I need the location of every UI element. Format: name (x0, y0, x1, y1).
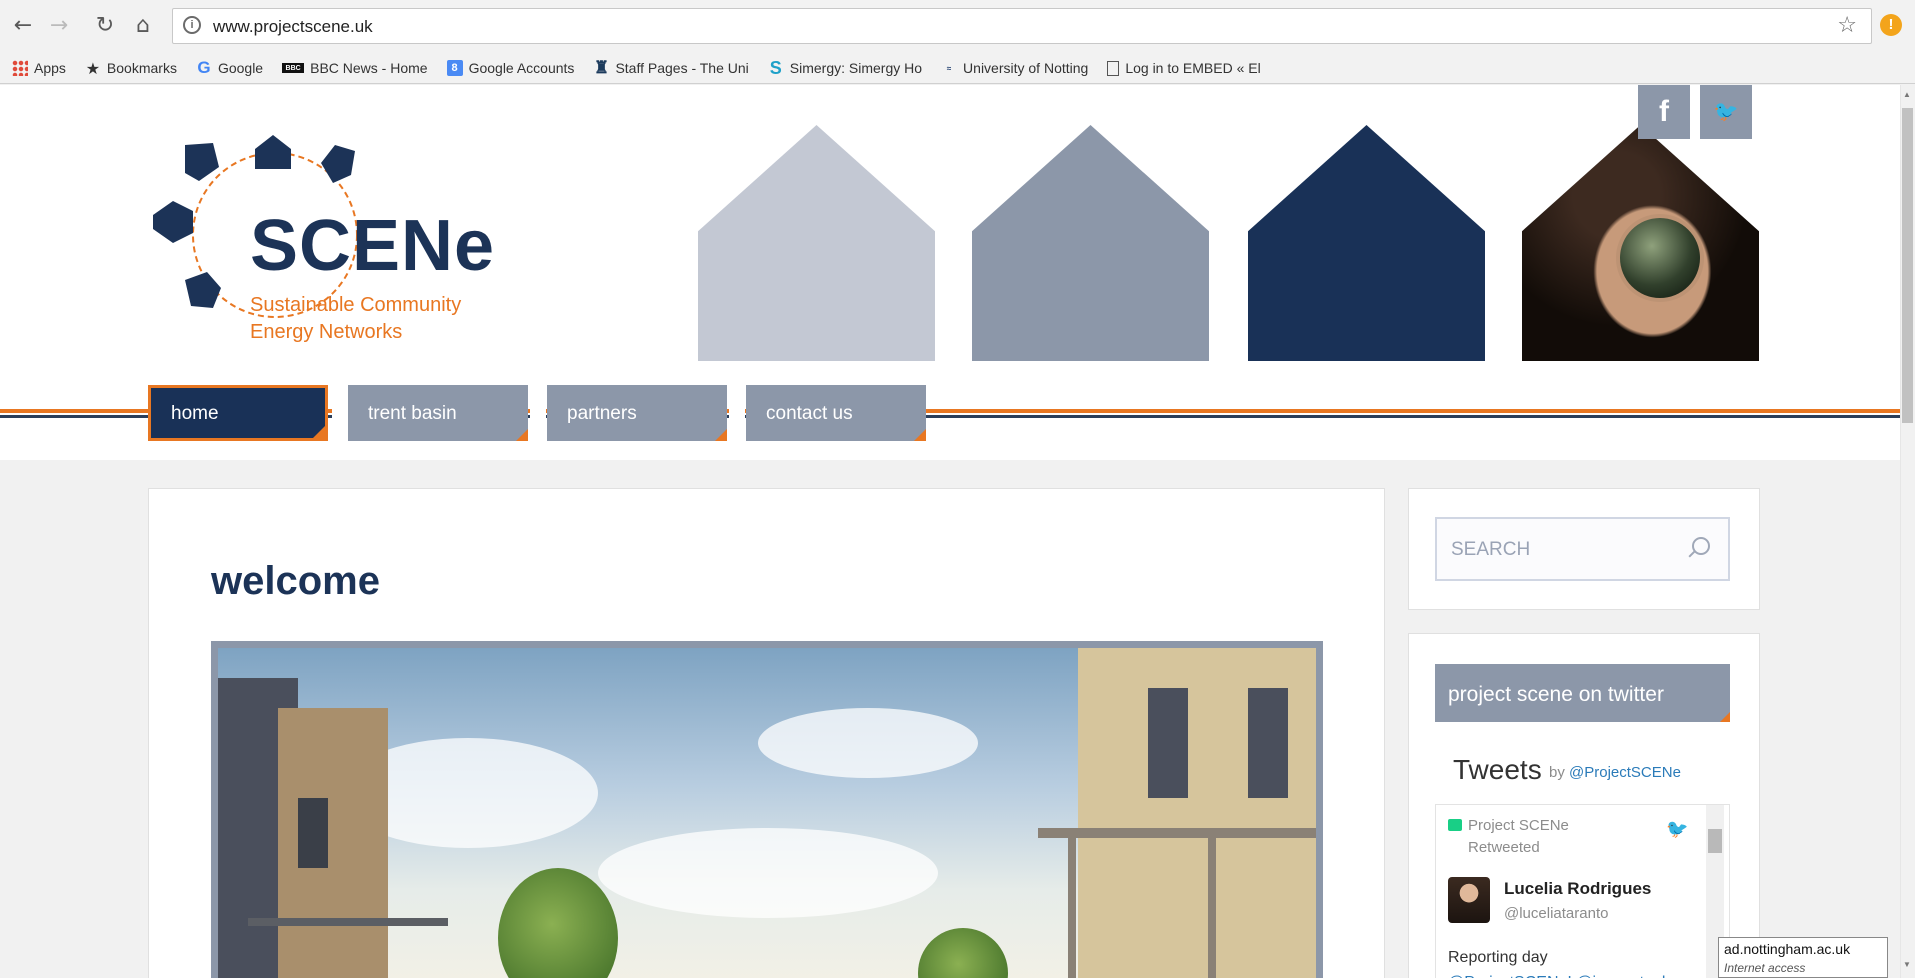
browser-chrome: ← → ↻ ⌂ i www.projectscene.uk ☆ ! Apps ★… (0, 0, 1915, 84)
bookmark-staff-pages[interactable]: ♜ Staff Pages - The Uni (593, 58, 749, 77)
page-title: welcome (211, 559, 380, 603)
globe-in-hand-image (1620, 218, 1700, 298)
page-scrollbar-thumb[interactable] (1902, 108, 1913, 423)
timeline-scrollbar-thumb[interactable] (1708, 829, 1722, 853)
nav-separator (530, 409, 546, 418)
twitter-timeline[interactable]: Project SCENe Retweeted 🐦 Lucelia Rodrig… (1435, 804, 1730, 978)
bookmark-bbc[interactable]: BBC BBC News - Home (282, 60, 428, 76)
search-placeholder: SEARCH (1451, 539, 1531, 560)
pergola-post (1068, 838, 1076, 978)
search-icon[interactable] (1692, 537, 1710, 555)
logo-subtitle: Sustainable Community Energy Networks (250, 292, 461, 346)
uon-icon: ≈ (946, 63, 952, 73)
retweeted-label: Project SCENe Retweeted (1468, 817, 1569, 856)
nav-separator (332, 409, 348, 418)
address-url[interactable]: www.projectscene.uk (213, 17, 373, 37)
tweet-body: Reporting day (1448, 949, 1548, 966)
google-icon: G (197, 58, 211, 77)
bookmark-simergy[interactable]: S Simergy: Simergy Ho (768, 57, 923, 78)
bookmark-bookmarks[interactable]: ★ Bookmarks (85, 58, 177, 78)
sidebar-search-widget: SEARCH (1408, 488, 1760, 610)
bookmark-apps[interactable]: Apps (12, 60, 66, 76)
tweets-title[interactable]: Tweets (1453, 754, 1542, 786)
tree (918, 928, 1008, 978)
forward-arrow-icon[interactable]: → (44, 10, 74, 40)
sidebar-twitter-widget: project scene on twitter Tweets by @Proj… (1408, 633, 1760, 978)
nav-separator (729, 409, 745, 418)
bookmark-star-icon[interactable]: ☆ (1837, 13, 1857, 38)
nav-trent-basin[interactable]: trent basin (348, 385, 528, 441)
pergola-post (1208, 838, 1216, 978)
tweet-mentions[interactable]: @ProjectSCENe! @innovateuk (1448, 970, 1670, 978)
search-input[interactable]: SEARCH (1435, 517, 1730, 581)
reload-icon[interactable]: ↻ (90, 10, 120, 40)
bookmarks-bar: Apps ★ Bookmarks G Google BBC BBC News - Ho… (12, 56, 1280, 80)
bookmark-label: BBC News - Home (310, 60, 428, 76)
tooltip-host: ad.nottingham.ac.uk (1724, 941, 1851, 957)
page-icon (1107, 60, 1120, 76)
scroll-up-arrow-icon[interactable]: ▲ (1903, 90, 1911, 99)
house-graphic-mid (972, 125, 1209, 361)
home-icon[interactable]: ⌂ (128, 10, 158, 40)
house-graphic-light (698, 125, 935, 361)
bookmark-label: Google (217, 60, 264, 76)
building-window (1148, 688, 1188, 798)
tree (498, 868, 618, 978)
cloud (758, 708, 978, 778)
hero-image (211, 641, 1323, 978)
bookmark-label: Apps (34, 60, 66, 76)
logo-title[interactable]: SCENe (250, 205, 495, 287)
logo-subtitle-line-2: Energy Networks (250, 321, 403, 343)
bookmark-label: Simergy: Simergy Ho (789, 60, 923, 76)
address-bar[interactable]: i www.projectscene.uk ☆ (172, 8, 1872, 44)
staff-icon: ♜ (593, 58, 610, 77)
bookmark-label: Staff Pages - The Uni (615, 60, 749, 76)
star-icon: ★ (85, 58, 101, 78)
facebook-icon[interactable]: f (1638, 85, 1690, 139)
building-left-brick (278, 708, 388, 978)
logo-subtitle-line-1: Sustainable Community (250, 294, 462, 316)
main-content-card: welcome (148, 488, 1385, 978)
twitter-icon[interactable]: 🐦 (1700, 85, 1752, 139)
bbc-icon: BBC (282, 63, 305, 73)
bookmark-label: Google Accounts (468, 60, 575, 76)
pergola-left (248, 918, 448, 926)
bookmark-google-accounts[interactable]: 8 Google Accounts (446, 60, 575, 76)
bookmark-label: Bookmarks (106, 60, 177, 76)
tweets-by-label: by (1549, 764, 1565, 781)
simergy-icon: S (769, 57, 782, 78)
twitter-widget-heading: project scene on twitter (1435, 664, 1730, 722)
site-info-icon[interactable]: i (183, 16, 201, 34)
bookmark-embed[interactable]: Log in to EMBED « El (1107, 60, 1261, 76)
bookmark-label: Log in to EMBED « El (1125, 60, 1261, 76)
tweet-handle[interactable]: @luceliataranto (1504, 905, 1608, 922)
nav-partners[interactable]: partners (547, 385, 727, 441)
nav-home[interactable]: home (148, 385, 328, 441)
site-header: SCENe Sustainable Community Energy Netwo… (0, 85, 1900, 460)
tweet-author[interactable]: Lucelia Rodrigues (1504, 879, 1651, 899)
page-viewport: SCENe Sustainable Community Energy Netwo… (0, 85, 1900, 978)
building-window (298, 798, 328, 868)
tweet-text: Reporting day @ProjectSCENe! @innovateuk (1448, 945, 1670, 978)
bookmark-google[interactable]: G Google (196, 58, 264, 77)
bookmark-uon[interactable]: ≈ University of Notting (941, 60, 1088, 76)
tweets-by-line: by @ProjectSCENe (1549, 764, 1681, 781)
nav-contact-us[interactable]: contact us (746, 385, 926, 441)
bookmark-label: University of Notting (963, 60, 1089, 76)
avatar[interactable] (1448, 877, 1490, 923)
house-graphic-dark (1248, 125, 1485, 361)
back-arrow-icon[interactable]: ← (8, 10, 38, 40)
apps-icon (12, 60, 28, 76)
twitter-bird-icon[interactable]: 🐦 (1666, 819, 1688, 840)
tooltip-note: Internet access (1724, 961, 1806, 975)
pergola-right (1038, 828, 1316, 838)
tweets-handle-link[interactable]: @ProjectSCENe (1569, 764, 1681, 781)
extension-alert-icon[interactable]: ! (1880, 14, 1902, 36)
status-tooltip: ad.nottingham.ac.uk Internet access (1718, 937, 1888, 978)
google-accounts-icon: 8 (446, 60, 463, 76)
scroll-down-arrow-icon[interactable]: ▼ (1903, 960, 1911, 969)
cloud (598, 828, 938, 918)
building-window (1248, 688, 1288, 798)
